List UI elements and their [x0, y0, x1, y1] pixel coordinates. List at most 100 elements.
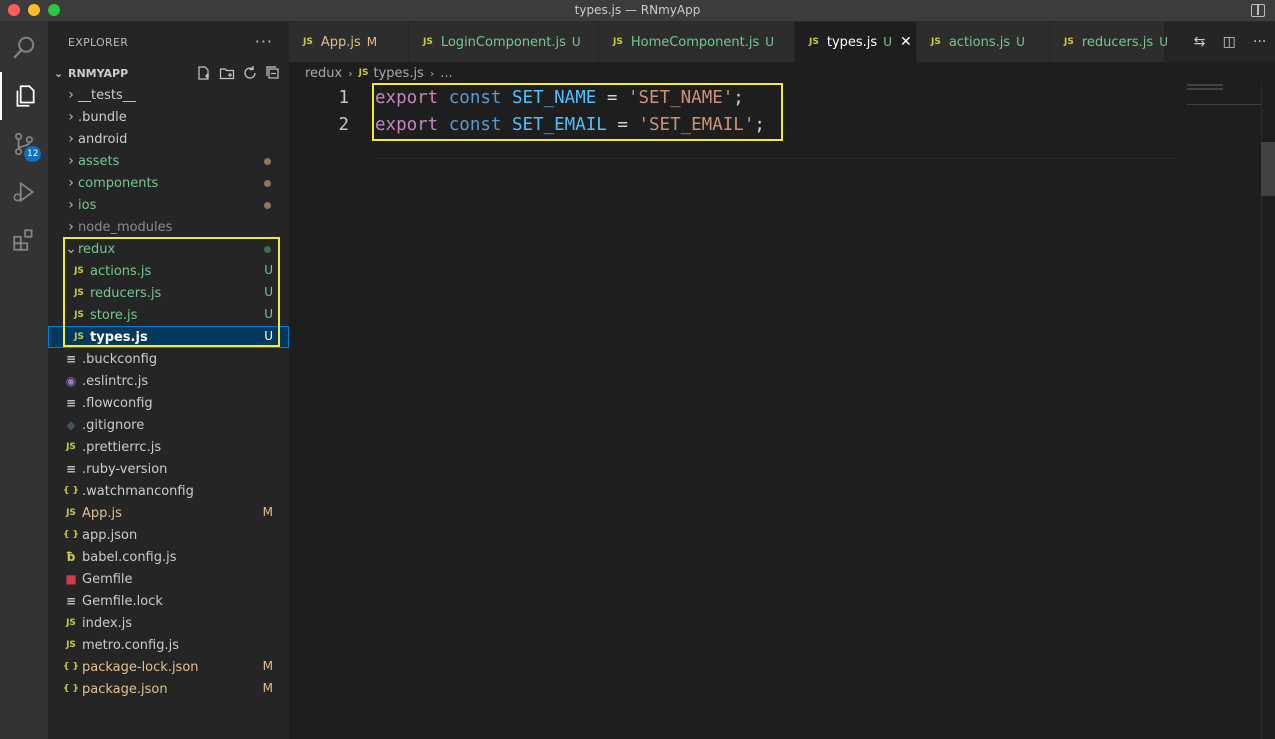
breadcrumb-folder[interactable]: redux — [305, 66, 342, 81]
code-token: export — [375, 87, 439, 108]
ruby-icon: ■ — [65, 572, 77, 586]
tree-item[interactable]: › assets — [48, 150, 289, 172]
compare-changes-icon[interactable]: ⇆ — [1194, 34, 1206, 50]
json-icon: { } — [63, 486, 79, 496]
tree-item[interactable]: ≡ Gemfile.lock — [48, 590, 289, 612]
tree-item[interactable]: ⌄ redux — [48, 238, 289, 260]
editor-tab[interactable]: JS App.js M — [289, 22, 409, 62]
tree-item[interactable]: › android — [48, 128, 289, 150]
code-line[interactable]: 2 export const SET_EMAIL = 'SET_EMAIL'; — [289, 111, 1189, 138]
tree-item[interactable]: JS types.js U — [48, 326, 289, 348]
git-status-badge: M — [262, 505, 273, 519]
editor-tab[interactable]: JS LoginComponent.js U — [409, 22, 599, 62]
git-status-badge: U — [883, 35, 892, 49]
code-token: = — [606, 87, 618, 108]
code-token: 'SET_EMAIL' — [638, 114, 755, 135]
tree-item[interactable]: ■ Gemfile — [48, 568, 289, 590]
code-token: const — [448, 114, 502, 135]
tree-item[interactable]: JS store.js U — [48, 304, 289, 326]
tree-item[interactable]: JS metro.config.js — [48, 634, 289, 656]
tree-item-label: Gemfile — [82, 571, 133, 587]
tree-item[interactable]: › __tests__ — [48, 84, 289, 106]
lines-file-icon: ≡ — [65, 462, 77, 476]
tree-item-label: .eslintrc.js — [82, 373, 149, 389]
activity-source-control[interactable]: 12 — [0, 120, 48, 168]
editor-tab[interactable]: JS reducers.js U — [1050, 22, 1168, 62]
project-name: RNMYAPP — [68, 66, 129, 80]
js-file-icon: JS — [1064, 37, 1074, 47]
js-file-icon: JS — [809, 37, 819, 47]
code-line[interactable]: 1 export const SET_NAME = 'SET_NAME'; — [289, 84, 1189, 111]
refresh-icon[interactable] — [242, 65, 258, 81]
close-tab-icon[interactable]: ✕ — [900, 34, 912, 50]
minimap[interactable] — [1187, 84, 1261, 114]
git-status-badge: M — [262, 681, 273, 695]
tree-item[interactable]: ◆ .gitignore — [48, 414, 289, 436]
new-file-icon[interactable] — [196, 65, 212, 81]
tree-item[interactable]: { } .watchmanconfig — [48, 480, 289, 502]
chevron-right-icon: › — [348, 66, 353, 80]
tree-item-label: .watchmanconfig — [82, 483, 194, 499]
new-folder-icon[interactable] — [219, 65, 235, 81]
tree-item[interactable]: JS reducers.js U — [48, 282, 289, 304]
js-file-icon: JS — [423, 37, 433, 47]
activity-extensions[interactable] — [0, 216, 48, 264]
line-number: 1 — [338, 87, 349, 108]
tree-item[interactable]: › components — [48, 172, 289, 194]
code-source: export const SET_NAME = 'SET_NAME'; — [375, 88, 744, 108]
vertical-scrollbar[interactable] — [1261, 84, 1275, 739]
breadcrumb-more[interactable]: ... — [440, 66, 452, 81]
layout-toggle-icon[interactable] — [1251, 4, 1265, 17]
tree-item-label: store.js — [90, 307, 138, 323]
tree-item[interactable]: JS .prettierrc.js — [48, 436, 289, 458]
tree-item[interactable]: JS index.js — [48, 612, 289, 634]
code-token: 'SET_NAME' — [627, 87, 734, 108]
tree-item[interactable]: ◉ .eslintrc.js — [48, 370, 289, 392]
editor-tab[interactable]: JS types.js U ✕ — [795, 22, 917, 62]
tree-item[interactable]: ≡ .buckconfig — [48, 348, 289, 370]
modified-dot-icon — [264, 180, 271, 187]
tree-item[interactable]: { } package-lock.json M — [48, 656, 289, 678]
editor-tab-label: reducers.js — [1081, 34, 1154, 50]
collapse-all-icon[interactable] — [265, 65, 281, 81]
more-actions-icon[interactable]: ··· — [1253, 34, 1266, 50]
scrollbar-thumb[interactable] — [1261, 142, 1275, 196]
activity-search[interactable] — [0, 24, 48, 72]
activity-explorer[interactable] — [0, 72, 48, 120]
minimap-slider — [1187, 104, 1261, 105]
tree-item-label: __tests__ — [78, 87, 136, 103]
tree-item[interactable]: { } package.json M — [48, 678, 289, 700]
tree-item[interactable]: { } app.json — [48, 524, 289, 546]
chevron-right-icon: › — [429, 66, 435, 80]
activity-bar: 12 — [0, 22, 48, 739]
tree-item[interactable]: JS App.js M — [48, 502, 289, 524]
explorer-header: EXPLORER ··· — [48, 22, 289, 62]
extensions-icon — [13, 229, 33, 251]
project-root[interactable]: ⌄ RNMYAPP — [48, 62, 289, 84]
tree-item[interactable]: › ios — [48, 194, 289, 216]
activity-run-debug[interactable] — [0, 168, 48, 216]
tree-item-label: types.js — [90, 329, 148, 345]
tree-item-label: .ruby-version — [82, 461, 168, 477]
chevron-right-icon: › — [68, 109, 74, 125]
tree-item[interactable]: ƀ babel.config.js — [48, 546, 289, 568]
modified-dot-icon — [264, 246, 271, 253]
code-editor[interactable]: 1 export const SET_NAME = 'SET_NAME'; 2 exp… — [289, 84, 1189, 138]
tree-item-label: package.json — [82, 681, 168, 697]
explorer-more-button[interactable]: ··· — [255, 32, 273, 51]
editor-tab[interactable]: JS HomeComponent.js U — [599, 22, 795, 62]
tree-item[interactable]: › .bundle — [48, 106, 289, 128]
tree-item[interactable]: ≡ .ruby-version — [48, 458, 289, 480]
git-status-badge: U — [264, 307, 273, 321]
editor-tab-label: types.js — [826, 34, 878, 50]
chevron-right-icon: › — [68, 87, 74, 103]
editor-tab[interactable]: JS actions.js U — [917, 22, 1050, 62]
split-editor-icon[interactable]: ◫ — [1223, 34, 1236, 50]
tree-item[interactable]: JS actions.js U — [48, 260, 289, 282]
breadcrumb-file[interactable]: types.js — [374, 66, 424, 81]
modified-dot-icon — [264, 158, 271, 165]
tree-item[interactable]: › node_modules — [48, 216, 289, 238]
tree-item[interactable]: ≡ .flowconfig — [48, 392, 289, 414]
tree-item-label: redux — [78, 241, 116, 257]
search-icon — [13, 36, 35, 59]
